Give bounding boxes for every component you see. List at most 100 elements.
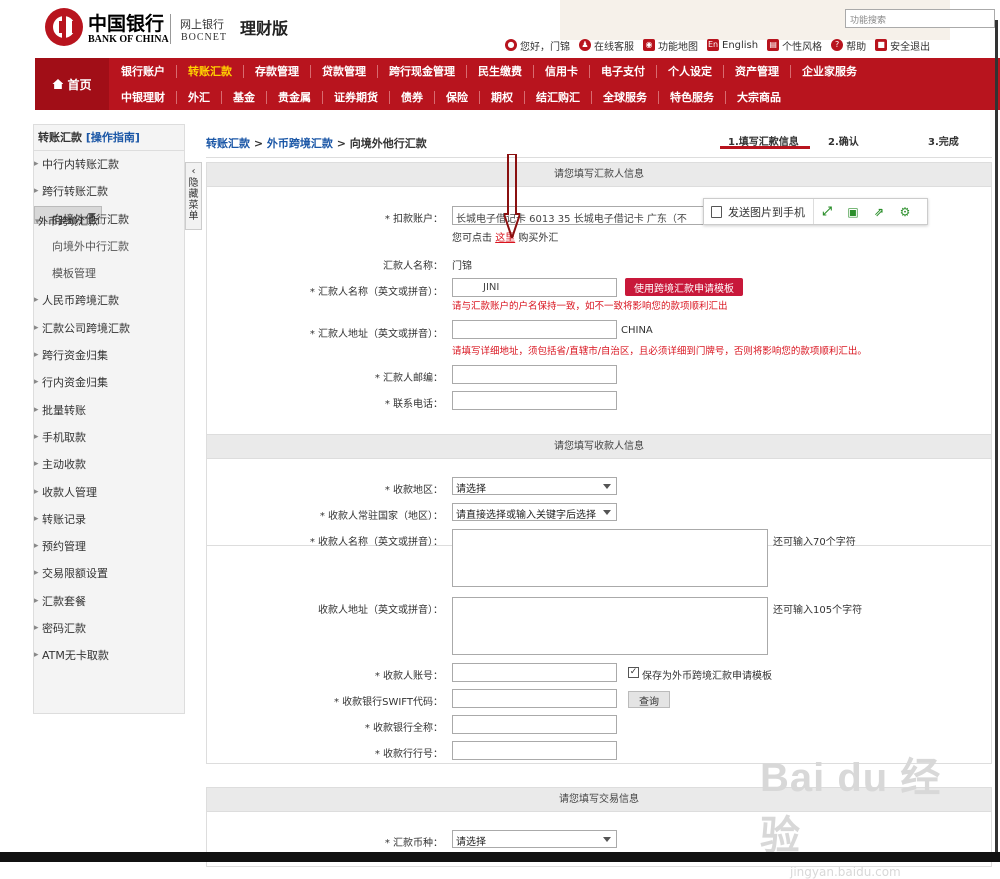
progress-steps: 1.填写汇款信息 2.确认 3.完成 xyxy=(720,133,980,149)
breadcrumb-link[interactable]: 转账汇款 xyxy=(206,137,250,150)
settings-icon[interactable]: ⚙ xyxy=(894,201,916,223)
sidebar-item[interactable]: 汇款套餐 xyxy=(34,588,184,615)
nav-row-1: 银行账户 转账汇款 存款管理 贷款管理 跨行现金管理 民生缴费 信用卡 电子支付… xyxy=(109,58,868,84)
bank-name-cn: 中国银行 xyxy=(88,13,165,35)
remitter-zip-input[interactable] xyxy=(452,365,617,384)
personal-style-link[interactable]: ▤ 个性风格 xyxy=(767,38,822,53)
nav-item[interactable]: 贵金属 xyxy=(267,90,323,104)
nav-item[interactable]: 结汇购汇 xyxy=(525,90,592,104)
sidebar-item[interactable]: 密码汇款 xyxy=(34,615,184,642)
sidebar-item[interactable]: 预约管理 xyxy=(34,533,184,560)
phone-toolbar: 发送图片到手机 ⤢ ▣ ⇗ ⚙ xyxy=(703,198,928,225)
english-link[interactable]: En English xyxy=(707,39,758,51)
send-to-phone-button[interactable]: 发送图片到手机 xyxy=(704,199,814,224)
region-select[interactable]: 请选择 xyxy=(452,477,617,495)
sidebar-subitem[interactable]: 向境外中行汇款 xyxy=(34,233,184,260)
map-icon: ◉ xyxy=(643,39,655,51)
account-label: 扣款账户： xyxy=(385,210,443,225)
nav-item[interactable]: 大宗商品 xyxy=(726,91,792,104)
sidebar-item[interactable]: 中行内转账汇款 xyxy=(34,151,184,178)
nav-item[interactable]: 保险 xyxy=(435,90,480,104)
nav-item[interactable]: 基金 xyxy=(222,90,267,104)
sidebar-item[interactable]: 批量转账 xyxy=(34,397,184,424)
section-header: 请您填写汇款人信息 xyxy=(207,163,991,187)
bank-no-input[interactable] xyxy=(452,741,617,760)
nav-item[interactable]: 特色服务 xyxy=(659,90,726,104)
help-icon: ? xyxy=(831,39,844,51)
swift-label: 收款银行SWIFT代码： xyxy=(334,693,443,708)
remitter-en-name-input[interactable]: JINI xyxy=(452,278,617,297)
window-edge xyxy=(995,20,998,852)
guide-link[interactable]: [操作指南] xyxy=(86,131,140,144)
remitter-zip-label: 汇款人邮编： xyxy=(375,369,443,384)
nav-item[interactable]: 债券 xyxy=(390,90,435,104)
payee-account-input[interactable] xyxy=(452,663,617,682)
nav-item[interactable]: 贷款管理 xyxy=(311,64,378,78)
help-link[interactable]: ? 帮助 xyxy=(831,38,866,53)
sidebar-subitem[interactable]: 模板管理 xyxy=(34,260,184,287)
nav-item[interactable]: 存款管理 xyxy=(244,64,311,78)
bank-name-en: BANK OF CHINA xyxy=(88,34,169,45)
en-name-warning: 请与汇款账户的户名保持一致，如不一致将影响您的款项顺利汇出 xyxy=(452,301,728,312)
home-button[interactable]: 首页 xyxy=(35,58,109,110)
payee-addr-textarea[interactable] xyxy=(452,597,768,655)
nav-item[interactable]: 企业家服务 xyxy=(791,65,868,78)
use-template-button[interactable]: 使用跨境汇款申请模板 xyxy=(625,278,743,296)
function-search-input[interactable]: 功能搜索 xyxy=(845,9,995,28)
fullscreen-icon[interactable]: ⤢ xyxy=(816,201,838,223)
nav-item-active[interactable]: 转账汇款 xyxy=(177,64,244,78)
debit-account-select[interactable]: 长城电子借记卡 6013 35 长城电子借记卡 广东（不 xyxy=(452,206,712,225)
currency-select[interactable]: 请选择 xyxy=(452,830,617,848)
sidebar-item[interactable]: 人民币跨境汇款 xyxy=(34,287,184,314)
annotation-arrow-icon xyxy=(504,154,520,238)
payee-name-textarea[interactable] xyxy=(452,529,768,587)
nav-item[interactable]: 资产管理 xyxy=(724,64,791,78)
sidebar-item[interactable]: 手机取款 xyxy=(34,424,184,451)
nav-item[interactable]: 期权 xyxy=(480,90,525,104)
save-template-checkbox[interactable]: ✓ xyxy=(628,667,639,678)
nav-item[interactable]: 跨行现金管理 xyxy=(378,64,467,78)
sidebar-item[interactable]: ATM无卡取款 xyxy=(34,642,184,669)
nav-item[interactable]: 民生缴费 xyxy=(467,64,534,78)
logout-link[interactable]: ■ 安全退出 xyxy=(875,38,930,53)
sidebar-item[interactable]: 跨行资金归集 xyxy=(34,342,184,369)
sidebar-item[interactable]: 收款人管理 xyxy=(34,479,184,506)
country-label: 收款人常驻国家（地区）： xyxy=(320,507,443,522)
sidebar-item[interactable]: 主动收款 xyxy=(34,451,184,478)
nav-item[interactable]: 银行账户 xyxy=(109,64,177,78)
query-button[interactable]: 查询 xyxy=(628,691,670,708)
sidebar-item[interactable]: 交易限额设置 xyxy=(34,560,184,587)
bocnet-label: BOCNET xyxy=(181,32,227,43)
greeting: ● 您好，门锦 xyxy=(505,38,570,53)
save-icon[interactable]: ▣ xyxy=(842,201,864,223)
breadcrumb: 转账汇款 > 外币跨境汇款 > 向境外他行汇款 xyxy=(206,137,427,150)
nav-item[interactable]: 个人设定 xyxy=(657,64,724,78)
sidebar-item[interactable]: 转账记录 xyxy=(34,506,184,533)
addr-warning: 请填写详细地址，须包括省/直辖市/自治区，且必须详细到门牌号，否则将影响您的款项… xyxy=(452,346,867,357)
baidu-watermark: Bai du 经验 jingyan.baidu.com xyxy=(760,756,942,879)
nav-item[interactable]: 中银理财 xyxy=(109,90,177,104)
swift-input[interactable] xyxy=(452,689,617,708)
sidebar-item[interactable]: 汇款公司跨境汇款 xyxy=(34,315,184,342)
payee-name-hint: 还可输入70个字符 xyxy=(773,537,856,548)
sidebar-item[interactable]: 跨行转账汇款 xyxy=(34,178,184,205)
step: 3.完成 xyxy=(928,137,959,148)
nav-item[interactable]: 外汇 xyxy=(177,90,222,104)
nav-item[interactable]: 电子支付 xyxy=(590,64,657,78)
online-service-link[interactable]: ♟ 在线客服 xyxy=(579,38,634,53)
function-map-link[interactable]: ◉ 功能地图 xyxy=(643,38,698,53)
hide-menu-button[interactable]: ‹ 隐藏菜单 xyxy=(185,162,202,230)
sidebar-subitem-active[interactable]: 向境外他行汇款 xyxy=(34,206,184,233)
nav-item[interactable]: 全球服务 xyxy=(592,90,659,104)
nav-item[interactable]: 证券期货 xyxy=(323,90,390,104)
share-icon[interactable]: ⇗ xyxy=(868,201,890,223)
remitter-addr-input[interactable] xyxy=(452,320,617,339)
payee-name-label: 收款人名称（英文或拼音）： xyxy=(310,533,443,548)
nav-item[interactable]: 信用卡 xyxy=(534,64,590,78)
style-icon: ▤ xyxy=(767,39,780,51)
bank-name-input[interactable] xyxy=(452,715,617,734)
breadcrumb-link[interactable]: 外币跨境汇款 xyxy=(267,137,333,150)
country-select[interactable]: 请直接选择或输入关键字后选择 xyxy=(452,503,617,521)
sidebar-item[interactable]: 行内资金归集 xyxy=(34,369,184,396)
phone-input[interactable] xyxy=(452,391,617,410)
